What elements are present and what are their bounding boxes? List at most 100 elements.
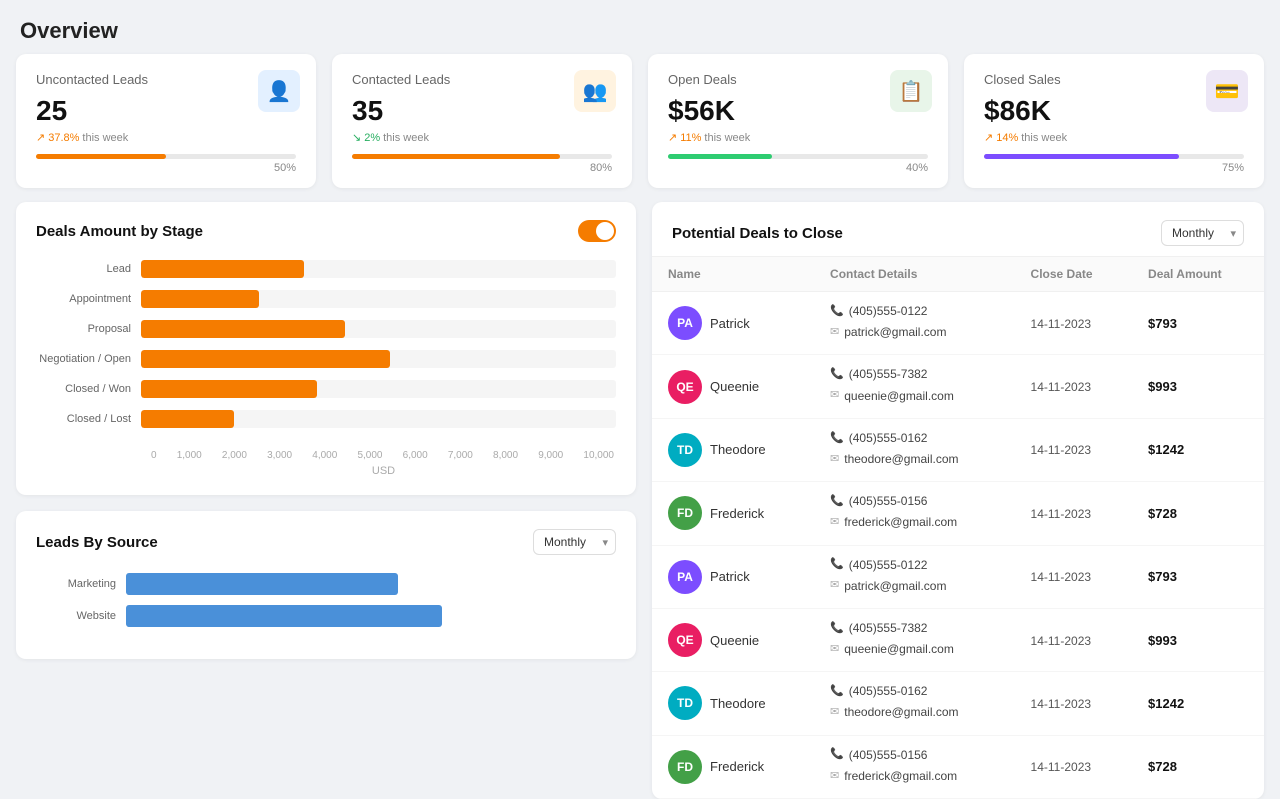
close-date-cell: 14-11-2023 — [1015, 672, 1133, 735]
bar-fill — [141, 320, 345, 338]
contact-name: Theodore — [710, 442, 766, 457]
stat-value-uncontacted: 25 — [36, 95, 296, 127]
stat-arrow-open_deals: ↗ — [668, 131, 677, 144]
stat-card-open_deals: 📋 Open Deals $56K ↗ 11% this week 40% — [648, 54, 948, 188]
deal-amount: $728 — [1148, 506, 1177, 521]
deals-table: Name Contact Details Close Date Deal Amo… — [652, 257, 1264, 799]
bar-label: Appointment — [36, 293, 141, 305]
bar-fill — [141, 260, 304, 278]
phone-line: 📞 (405)555-0122 — [830, 556, 999, 575]
bar-row: Lead — [36, 260, 616, 278]
phone-icon: 📞 — [830, 620, 844, 638]
email-address: theodore@gmail.com — [844, 450, 958, 469]
stat-pct-closed_sales: 75% — [984, 162, 1244, 174]
stat-change-pct-uncontacted: 37.8% — [48, 132, 79, 144]
stat-icon-uncontacted: 👤 — [258, 70, 300, 112]
progress-fill-contacted — [352, 154, 560, 159]
phone-line: 📞 (405)555-0162 — [830, 429, 999, 448]
stat-change-contacted: ↘ 2% this week — [352, 131, 612, 144]
phone-number: (405)555-0162 — [849, 429, 928, 448]
stat-pct-open_deals: 40% — [668, 162, 928, 174]
potential-deals-header: Potential Deals to Close Monthly Weekly … — [652, 202, 1264, 257]
close-date-cell: 14-11-2023 — [1015, 545, 1133, 608]
stat-title-contacted: Contacted Leads — [352, 72, 612, 87]
phone-number: (405)555-7382 — [849, 365, 928, 384]
phone-line: 📞 (405)555-7382 — [830, 619, 999, 638]
source-bar-row: Marketing — [36, 573, 616, 595]
email-address: theodore@gmail.com — [844, 703, 958, 722]
col-name: Name — [652, 257, 814, 292]
progress-bg-closed_sales — [984, 154, 1244, 159]
close-date-cell: 14-11-2023 — [1015, 292, 1133, 355]
deal-amount-cell: $1242 — [1132, 672, 1264, 735]
progress-fill-closed_sales — [984, 154, 1179, 159]
bar-row: Closed / Won — [36, 380, 616, 398]
x-axis-tick: 5,000 — [357, 450, 382, 461]
bar-track — [141, 350, 616, 368]
email-icon: ✉ — [830, 387, 839, 405]
deals-chart-toggle[interactable] — [578, 220, 616, 242]
deal-amount: $993 — [1148, 379, 1177, 394]
email-line: ✉ frederick@gmail.com — [830, 513, 999, 532]
phone-icon: 📞 — [830, 556, 844, 574]
potential-deals-dropdown[interactable]: Monthly Weekly Yearly — [1161, 220, 1244, 246]
close-date-cell: 14-11-2023 — [1015, 418, 1133, 481]
close-date: 14-11-2023 — [1031, 507, 1092, 521]
deal-amount-cell: $728 — [1132, 482, 1264, 545]
table-row: FD Frederick 📞 (405)555-0156 ✉ frederick… — [652, 735, 1264, 798]
stat-arrow-uncontacted: ↗ — [36, 131, 45, 144]
stat-value-contacted: 35 — [352, 95, 612, 127]
contact-name: Frederick — [710, 759, 764, 774]
contact-cell: 📞 (405)555-7382 ✉ queenie@gmail.com — [814, 608, 1015, 671]
phone-icon: 📞 — [830, 493, 844, 511]
bar-fill — [141, 380, 317, 398]
phone-icon: 📞 — [830, 366, 844, 384]
stat-value-open_deals: $56K — [668, 95, 928, 127]
avatar: TD — [668, 433, 702, 467]
contact-name: Queenie — [710, 633, 759, 648]
deals-chart-header: Deals Amount by Stage — [36, 220, 616, 242]
x-axis-tick: 7,000 — [448, 450, 473, 461]
stat-title-open_deals: Open Deals — [668, 72, 928, 87]
contact-cell: 📞 (405)555-7382 ✉ queenie@gmail.com — [814, 355, 1015, 418]
phone-number: (405)555-0122 — [849, 556, 928, 575]
deal-amount-cell: $1242 — [1132, 418, 1264, 481]
x-axis-tick: 8,000 — [493, 450, 518, 461]
avatar: QE — [668, 623, 702, 657]
email-line: ✉ patrick@gmail.com — [830, 323, 999, 342]
name-cell: TD Theodore — [652, 418, 814, 481]
close-date-cell: 14-11-2023 — [1015, 735, 1133, 798]
email-icon: ✉ — [830, 704, 839, 722]
leads-source-dropdown[interactable]: Monthly Weekly Yearly — [533, 529, 616, 555]
stat-icon-open_deals: 📋 — [890, 70, 932, 112]
left-panel: Deals Amount by Stage Lead Appointment P… — [16, 202, 636, 799]
source-label: Website — [36, 610, 126, 622]
stat-arrow-closed_sales: ↗ — [984, 131, 993, 144]
phone-number: (405)555-0122 — [849, 302, 928, 321]
deals-by-stage-card: Deals Amount by Stage Lead Appointment P… — [16, 202, 636, 495]
close-date-cell: 14-11-2023 — [1015, 482, 1133, 545]
name-cell: QE Queenie — [652, 608, 814, 671]
page-title: Overview — [0, 0, 1280, 54]
progress-fill-uncontacted — [36, 154, 166, 159]
email-line: ✉ patrick@gmail.com — [830, 577, 999, 596]
stat-arrow-contacted: ↘ — [352, 131, 361, 144]
email-icon: ✉ — [830, 577, 839, 595]
deal-amount: $793 — [1148, 569, 1177, 584]
table-row: TD Theodore 📞 (405)555-0162 ✉ theodore@g… — [652, 418, 1264, 481]
stat-pct-uncontacted: 50% — [36, 162, 296, 174]
name-cell: TD Theodore — [652, 672, 814, 735]
progress-bg-open_deals — [668, 154, 928, 159]
email-address: frederick@gmail.com — [844, 767, 957, 786]
email-line: ✉ theodore@gmail.com — [830, 703, 999, 722]
table-row: QE Queenie 📞 (405)555-7382 ✉ queenie@gma… — [652, 608, 1264, 671]
table-row: QE Queenie 📞 (405)555-7382 ✉ queenie@gma… — [652, 355, 1264, 418]
contact-name: Patrick — [710, 316, 750, 331]
contact-cell: 📞 (405)555-0156 ✉ frederick@gmail.com — [814, 735, 1015, 798]
email-address: frederick@gmail.com — [844, 513, 957, 532]
deal-amount-cell: $993 — [1132, 608, 1264, 671]
contact-cell: 📞 (405)555-0122 ✉ patrick@gmail.com — [814, 545, 1015, 608]
contact-name: Queenie — [710, 379, 759, 394]
bar-track — [141, 320, 616, 338]
bar-label: Lead — [36, 263, 141, 275]
